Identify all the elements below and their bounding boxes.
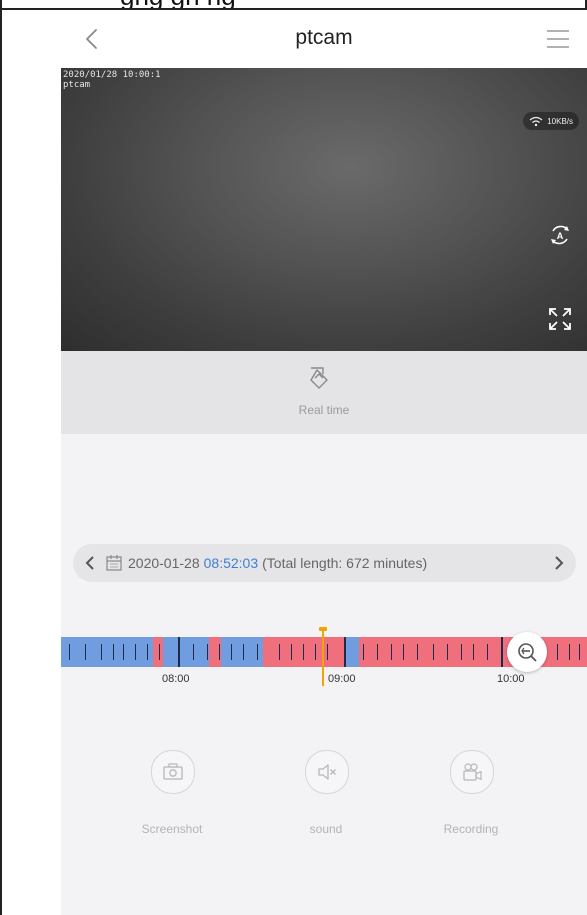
video-camera-name-overlay: ptcam xyxy=(63,80,91,90)
timeline-hour-tick xyxy=(344,637,346,667)
timeline-tick xyxy=(447,644,448,660)
zoom-out-icon xyxy=(518,643,537,662)
timeline-tick xyxy=(363,644,364,660)
next-day-button[interactable] xyxy=(546,544,572,582)
timeline-tick xyxy=(391,644,392,660)
real-time-button[interactable]: Real time xyxy=(61,351,587,434)
timeline-tick xyxy=(461,644,462,660)
network-speed-badge: 10KB/s xyxy=(523,112,579,130)
timeline-tick xyxy=(123,644,124,660)
sound-icon-wrap xyxy=(305,750,349,794)
chevron-left-icon xyxy=(85,556,94,570)
video-recorder-icon xyxy=(463,763,482,781)
timeline-tick xyxy=(327,644,328,660)
timeline-tick xyxy=(101,644,102,660)
fullscreen-icon xyxy=(549,308,571,330)
timeline-zoom-button[interactable] xyxy=(507,632,547,672)
total-length-text: (Total length: 672 minutes) xyxy=(262,555,428,571)
timeline-tick xyxy=(403,644,404,660)
timeline-segment-normal xyxy=(163,637,209,667)
timeline-tick xyxy=(231,644,232,660)
fullscreen-button[interactable] xyxy=(547,306,573,332)
screenshot-button[interactable]: Screenshot xyxy=(117,750,227,850)
hamburger-menu-icon xyxy=(547,30,569,48)
top-nav-bar: ptcam xyxy=(61,10,587,68)
timeline-label-0900: 09:00 xyxy=(328,673,356,685)
timeline-tick xyxy=(279,644,280,660)
timeline-label-1000: 10:00 xyxy=(497,673,525,685)
timeline-tick xyxy=(159,644,160,660)
timeline-tick xyxy=(569,644,570,660)
playback-date-bar: 2020-01-28 08:52:03 (Total length: 672 m… xyxy=(73,544,576,582)
sound-button[interactable]: sound xyxy=(271,750,381,850)
chevron-right-icon xyxy=(555,556,564,570)
timeline-tick xyxy=(557,644,558,660)
timeline-segment-motion xyxy=(153,637,163,667)
timeline-segment-normal xyxy=(345,637,359,667)
timeline-tick xyxy=(69,644,70,660)
timeline-tick xyxy=(303,644,304,660)
sound-label: sound xyxy=(309,822,343,836)
auto-rotate-icon: A xyxy=(551,225,569,245)
playback-time: 08:52:03 xyxy=(203,555,259,571)
timeline-tick xyxy=(219,644,220,660)
screenshot-icon-wrap xyxy=(151,750,195,794)
recording-label: Recording xyxy=(443,822,499,836)
timeline-tick xyxy=(417,644,418,660)
timeline-tick xyxy=(257,644,258,660)
calendar-icon[interactable] xyxy=(105,554,123,572)
timeline-tick xyxy=(473,644,474,660)
timeline-tick xyxy=(135,644,136,660)
playback-date[interactable]: 2020-01-28 xyxy=(128,555,200,571)
timeline-tick xyxy=(579,644,580,660)
recording-timeline[interactable]: 08:00 09:00 10:00 xyxy=(61,627,587,690)
timeline-tick xyxy=(377,644,378,660)
svg-text:A: A xyxy=(557,231,564,241)
timeline-tick xyxy=(193,644,194,660)
timeline-hour-tick xyxy=(501,637,503,667)
timeline-tick xyxy=(147,644,148,660)
timeline-segment-motion xyxy=(263,637,345,667)
network-speed-text: 10KB/s xyxy=(547,116,573,126)
playback-actions: Screenshot sound Recording xyxy=(61,750,587,860)
timeline-tick xyxy=(315,644,316,660)
menu-button[interactable] xyxy=(541,22,575,56)
frame-left-border xyxy=(0,0,2,915)
timeline-tick xyxy=(433,644,434,660)
recording-button[interactable]: Recording xyxy=(416,750,526,850)
timeline-tick xyxy=(113,644,114,660)
timeline-label-0800: 08:00 xyxy=(162,673,190,685)
timeline-cursor[interactable] xyxy=(322,630,324,686)
timeline-tick xyxy=(243,644,244,660)
timeline-hour-tick xyxy=(178,637,180,667)
timeline-tick xyxy=(207,644,208,660)
previous-day-button[interactable] xyxy=(77,544,103,582)
camera-playback-screen: ptcam 2020/01/28 10:00:1 ptcam 10KB/s A … xyxy=(61,10,587,915)
camera-icon xyxy=(163,763,183,780)
rotate-button[interactable]: A xyxy=(545,220,575,250)
recording-icon-wrap xyxy=(450,750,494,794)
real-time-label: Real time xyxy=(298,403,350,417)
wifi-icon xyxy=(529,116,543,126)
return-live-icon xyxy=(310,367,328,389)
video-timestamp-overlay: 2020/01/28 10:00:1 xyxy=(63,70,161,80)
timeline-tick xyxy=(85,644,86,660)
timeline-segment-normal xyxy=(61,637,153,667)
speaker-muted-icon xyxy=(318,764,336,780)
screenshot-label: Screenshot xyxy=(141,822,203,836)
timeline-tick xyxy=(487,644,488,660)
page-title: ptcam xyxy=(295,26,353,49)
video-player[interactable]: 2020/01/28 10:00:1 ptcam 10KB/s A xyxy=(61,68,587,351)
timeline-tick xyxy=(291,644,292,660)
